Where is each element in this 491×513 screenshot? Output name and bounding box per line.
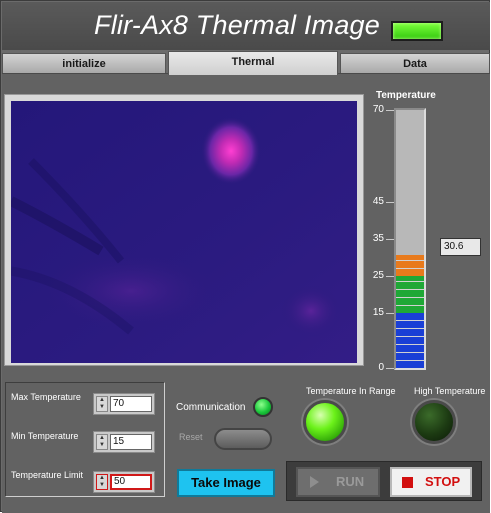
- scale-tick: [386, 110, 394, 111]
- temperature-limit-input[interactable]: 50: [110, 474, 152, 490]
- scale-tick-label: 35: [372, 233, 384, 244]
- temperature-in-range-label: Temperature In Range: [306, 386, 396, 396]
- temperature-value-display: 30.6: [440, 238, 481, 256]
- min-temperature-control: ▲ ▼ 15: [93, 431, 155, 453]
- stop-square-icon: [402, 477, 413, 488]
- increment-icon[interactable]: ▲: [97, 435, 107, 442]
- scale-tick: [386, 202, 394, 204]
- increment-icon[interactable]: ▲: [97, 397, 107, 404]
- temperature-thermometer: [394, 108, 426, 370]
- scale-tick-label: 25: [372, 269, 384, 281]
- communication-led: [253, 397, 273, 417]
- reset-button[interactable]: [214, 428, 272, 450]
- scale-tick: [386, 312, 394, 314]
- run-button[interactable]: RUN: [296, 467, 380, 497]
- thermal-image: [11, 101, 357, 363]
- high-temperature-led: [412, 400, 456, 444]
- scale-tick-label: 45: [372, 196, 384, 208]
- reset-label: Reset: [179, 432, 203, 442]
- decrement-icon[interactable]: ▼: [97, 404, 107, 411]
- stop-button-label: STOP: [425, 474, 461, 489]
- thermal-image-frame: [4, 94, 364, 366]
- scale-tick: [386, 275, 394, 277]
- max-temperature-spinner[interactable]: ▲ ▼: [96, 396, 108, 412]
- header-status-led: [391, 21, 443, 41]
- min-temperature-label: Min Temperature: [11, 431, 79, 441]
- thermometer-band: [396, 255, 424, 276]
- scale-tick-label: 0: [378, 362, 384, 373]
- min-temperature-input[interactable]: 15: [110, 434, 152, 450]
- decrement-icon[interactable]: ▼: [97, 482, 107, 489]
- max-temperature-label: Max Temperature: [11, 392, 81, 402]
- run-button-label: RUN: [336, 474, 365, 489]
- thermometer-fill: [396, 255, 424, 368]
- max-temperature-control: ▲ ▼ 70: [93, 393, 155, 415]
- thermal-image-graphic: [11, 101, 357, 363]
- thermometer-band: [396, 312, 424, 368]
- min-temperature-spinner[interactable]: ▲ ▼: [96, 434, 108, 450]
- temperature-limit-spinner[interactable]: ▲ ▼: [96, 474, 108, 490]
- max-temperature-input[interactable]: 70: [110, 396, 152, 412]
- take-image-button[interactable]: Take Image: [177, 469, 275, 497]
- tab-bar: initialize Thermal Data: [2, 51, 490, 75]
- scale-tick: [386, 239, 394, 240]
- scale-tick-label: 70: [372, 104, 384, 115]
- communication-label: Communication: [176, 402, 246, 413]
- stop-button[interactable]: STOP: [390, 467, 472, 497]
- scale-tick-label: 15: [372, 306, 384, 318]
- increment-icon[interactable]: ▲: [97, 475, 107, 482]
- tab-initialize[interactable]: initialize: [2, 53, 166, 73]
- temperature-gauge-title: Temperature: [376, 90, 436, 101]
- tab-data[interactable]: Data: [340, 53, 490, 73]
- scale-tick: [386, 368, 394, 369]
- thermometer-band: [396, 275, 424, 313]
- title-bar: Flir-Ax8 Thermal Image: [2, 2, 490, 50]
- play-icon: [310, 476, 319, 488]
- app-title: Flir-Ax8 Thermal Image: [94, 10, 380, 40]
- decrement-icon[interactable]: ▼: [97, 442, 107, 449]
- temperature-limit-control: ▲ ▼ 50: [93, 471, 155, 493]
- temperature-in-range-led: [303, 400, 347, 444]
- tab-thermal[interactable]: Thermal: [168, 51, 338, 75]
- temperature-limit-label: Temperature Limit: [11, 470, 84, 480]
- high-temperature-label: High Temperature: [414, 386, 486, 396]
